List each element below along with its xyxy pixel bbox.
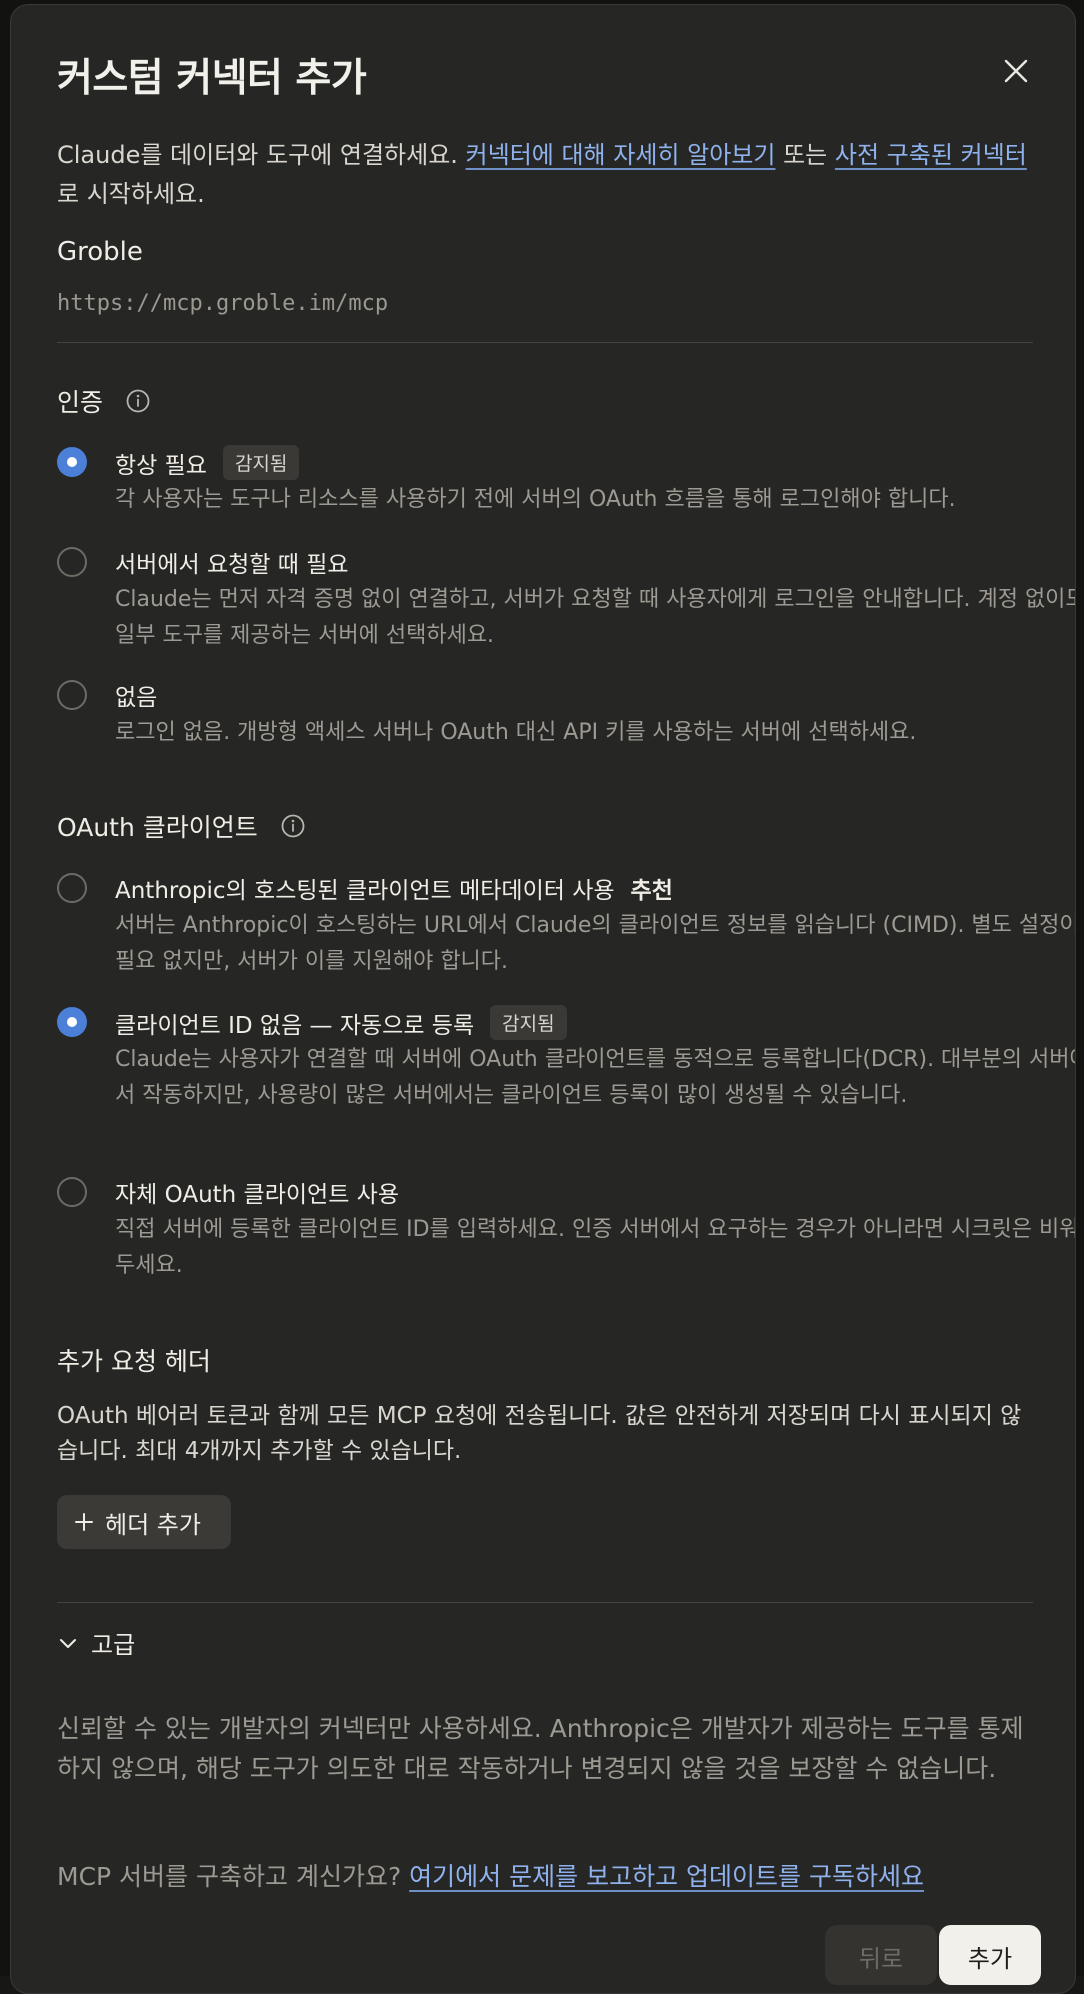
info-icon[interactable] xyxy=(280,813,306,839)
radio-button[interactable] xyxy=(57,1177,87,1207)
server-name: Groble xyxy=(57,237,143,267)
plus-icon xyxy=(73,1511,95,1533)
auth-heading: 인증 xyxy=(57,383,151,419)
server-url: https://mcp.groble.im/mcp xyxy=(57,291,389,316)
option-title: 클라이언트 ID 없음 — 자동으로 등록 감지됨 xyxy=(115,1005,567,1040)
radio-button[interactable] xyxy=(57,547,87,577)
option-title-label: 항상 필요 xyxy=(115,452,207,479)
prebuilt-connectors-link[interactable]: 사전 구축된 커넥터 xyxy=(835,141,1027,169)
option-title: 서버에서 요청할 때 필요 xyxy=(115,545,349,579)
option-title: 항상 필요 감지됨 xyxy=(115,445,300,480)
info-icon[interactable] xyxy=(125,388,151,414)
chevron-down-icon xyxy=(57,1632,79,1654)
recommended-label: 추천 xyxy=(630,878,673,904)
advanced-toggle[interactable]: 고급 xyxy=(57,1625,135,1660)
option-description: 로그인 없음. 개방형 액세스 서버나 OAuth 대신 API 키를 사용하는… xyxy=(115,720,917,745)
option-title-label: 서버에서 요청할 때 필요 xyxy=(115,552,349,578)
add-button[interactable]: 추가 xyxy=(939,1925,1041,1985)
radio-button[interactable] xyxy=(57,873,87,903)
advanced-label: 고급 xyxy=(91,1631,136,1659)
add-header-button[interactable]: 헤더 추가 xyxy=(57,1495,231,1549)
option-title-label: 없음 xyxy=(115,685,158,711)
radio-button[interactable] xyxy=(57,1007,87,1037)
add-header-label: 헤더 추가 xyxy=(105,1510,201,1539)
divider xyxy=(57,342,1033,343)
report-issues-link[interactable]: 여기에서 문제를 보고하고 업데이트를 구독하세요 xyxy=(409,1862,924,1891)
option-description: 각 사용자는 도구나 리소스를 사용하기 전에 서버의 OAuth 흐름을 통해… xyxy=(115,487,956,512)
option-description: Claude는 먼저 자격 증명 없이 연결하고, 서버가 요청할 때 사용자에… xyxy=(115,587,1076,648)
intro-text-before: Claude를 데이터와 도구에 연결하세요. xyxy=(57,141,466,169)
intro-text-middle: 또는 xyxy=(775,141,835,169)
mcp-note: MCP 서버를 구축하고 계신가요? 여기에서 문제를 보고하고 업데이트를 구… xyxy=(57,1857,924,1893)
option-title-label: 자체 OAuth 클라이언트 사용 xyxy=(115,1182,399,1208)
oauth-client-heading-label: OAuth 클라이언트 xyxy=(57,813,258,842)
headers-description: OAuth 베어러 토큰과 함께 모든 MCP 요청에 전송됩니다. 값은 안전… xyxy=(57,1403,1022,1464)
close-icon xyxy=(1004,59,1028,83)
headers-heading: 추가 요청 헤더 xyxy=(57,1342,211,1378)
option-description: 서버는 Anthropic이 호스팅하는 URL에서 Claude의 클라이언트… xyxy=(115,913,1076,974)
trust-warning: 신뢰할 수 있는 개발자의 커넥터만 사용하세요. Anthropic은 개발자… xyxy=(57,1714,1024,1783)
dialog-title: 커스텀 커넥터 추가 xyxy=(57,56,367,101)
intro-text: Claude를 데이터와 도구에 연결하세요. 커넥터에 대해 자세히 알아보기… xyxy=(57,136,1037,214)
close-button[interactable] xyxy=(996,51,1036,91)
option-title-label: 클라이언트 ID 없음 — 자동으로 등록 xyxy=(115,1012,475,1039)
detected-badge: 감지됨 xyxy=(222,445,300,480)
auth-heading-label: 인증 xyxy=(57,388,104,417)
intro-text-after: 로 시작하세요. xyxy=(57,180,205,208)
headers-heading-label: 추가 요청 헤더 xyxy=(57,1347,211,1376)
option-title: Anthropic의 호스팅된 클라이언트 메타데이터 사용 추천 xyxy=(115,871,673,905)
learn-more-link[interactable]: 커넥터에 대해 자세히 알아보기 xyxy=(466,141,776,169)
option-title: 없음 xyxy=(115,678,157,712)
back-button[interactable]: 뒤로 xyxy=(825,1925,937,1985)
radio-button[interactable] xyxy=(57,447,87,477)
option-description: Claude는 사용자가 연결할 때 서버에 OAuth 클라이언트를 동적으로… xyxy=(115,1047,1076,1108)
mcp-note-text: MCP 서버를 구축하고 계신가요? xyxy=(57,1862,410,1891)
option-description: 직접 서버에 등록한 클라이언트 ID를 입력하세요. 인증 서버에서 요구하는… xyxy=(115,1217,1076,1278)
radio-button[interactable] xyxy=(57,680,87,710)
add-custom-connector-dialog: 커스텀 커넥터 추가 Claude를 데이터와 도구에 연결하세요. 커넥터에 … xyxy=(10,4,1076,1994)
option-title-label: Anthropic의 호스팅된 클라이언트 메타데이터 사용 xyxy=(115,878,615,904)
oauth-client-heading: OAuth 클라이언트 xyxy=(57,808,306,844)
option-title: 자체 OAuth 클라이언트 사용 xyxy=(115,1175,399,1209)
detected-badge: 감지됨 xyxy=(490,1005,567,1040)
divider xyxy=(57,1602,1033,1603)
